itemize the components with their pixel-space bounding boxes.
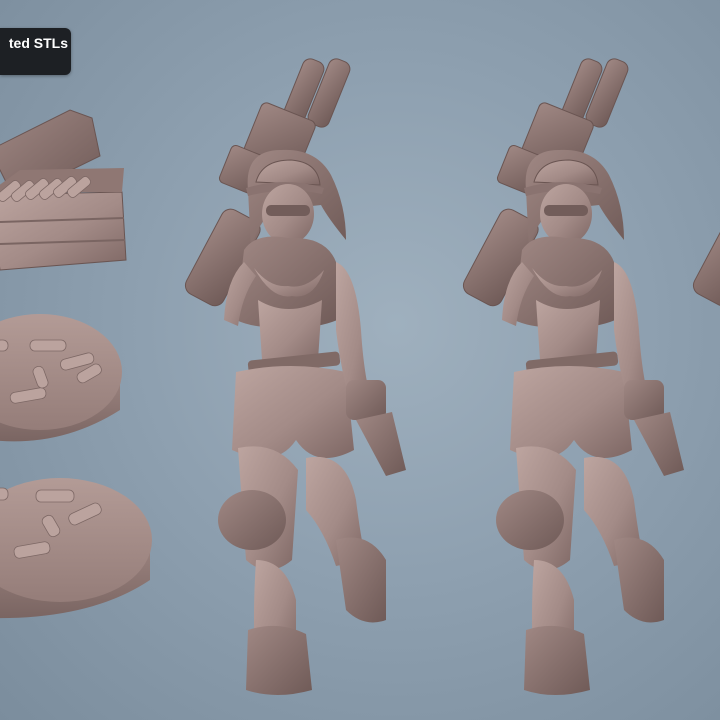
render-scene: ted STLs [0, 0, 720, 720]
ammo-crate-icon [0, 109, 127, 271]
figure-icon [181, 55, 407, 696]
figure-icon [689, 55, 720, 696]
shell-base-icon [0, 478, 152, 619]
shell-base-icon [0, 314, 122, 442]
title-badge: ted STLs [0, 28, 71, 75]
badge-text: ted STLs [8, 35, 68, 51]
model-render [0, 55, 720, 696]
figure-icon [459, 55, 685, 696]
